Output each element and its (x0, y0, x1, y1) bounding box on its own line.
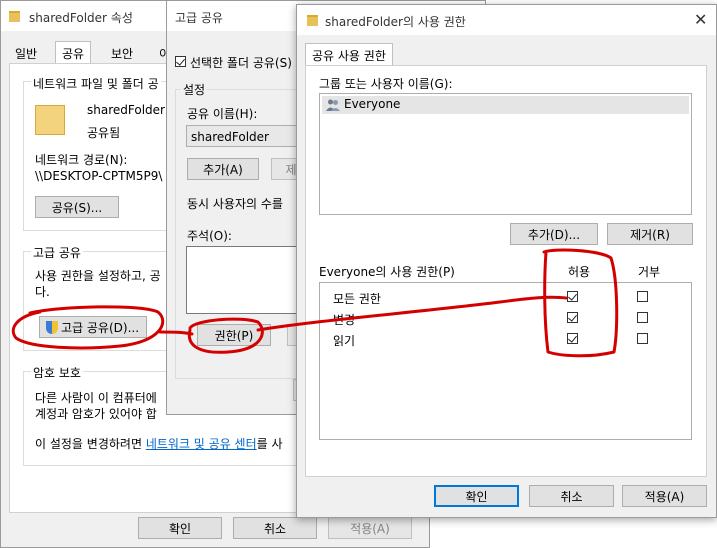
annotation-overlay (11, 248, 619, 358)
permissions-circle (187, 317, 264, 354)
allow-column-box (542, 248, 619, 358)
advanced-share-circle (11, 305, 165, 350)
connector-line-1 (158, 330, 194, 336)
connector-line-2 (256, 295, 568, 332)
